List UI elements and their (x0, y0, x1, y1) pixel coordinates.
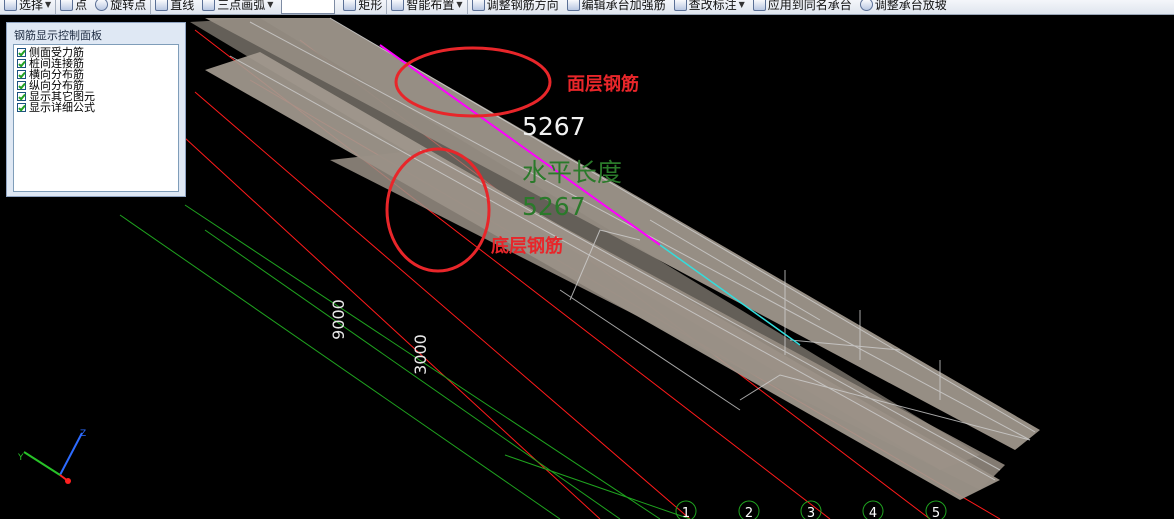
chevron-down-icon: ▼ (267, 0, 274, 9)
dimension-value-bottom: 5267 (522, 192, 586, 221)
checkbox-checked-icon[interactable] (17, 92, 26, 101)
dimension-3000: 3000 (410, 334, 430, 375)
rectangle-tool-button[interactable]: 矩形 (339, 0, 386, 14)
slope-icon (859, 0, 873, 11)
line-icon (155, 0, 169, 11)
svg-text:Y: Y (17, 453, 24, 463)
axis-number-3: 3 (807, 506, 815, 519)
edit-cap-reinforcement-button[interactable]: 编辑承台加强筋 (563, 0, 670, 14)
rotate-point-icon (95, 0, 109, 11)
apply-icon (752, 0, 766, 11)
svg-text:Z: Z (80, 429, 86, 439)
checkbox-checked-icon[interactable] (17, 70, 26, 79)
axis-number-2: 2 (745, 506, 753, 519)
chevron-down-icon: ▼ (738, 0, 745, 9)
point-tool-button[interactable]: 点 (56, 0, 91, 14)
adjust-rebar-direction-button[interactable]: 调整钢筋方向 (468, 0, 563, 14)
checkbox-checked-icon[interactable] (17, 48, 26, 57)
horizontal-length-label: 水平长度 (522, 158, 623, 187)
select-tool-button[interactable]: 选择 ▼ (0, 0, 55, 14)
option-show-detailed-formula[interactable]: 显示详细公式 (17, 102, 175, 113)
chevron-down-icon: ▼ (456, 0, 463, 9)
chevron-down-icon: ▼ (45, 0, 52, 9)
point-icon (60, 0, 74, 11)
checkbox-checked-icon[interactable] (17, 59, 26, 68)
annotation-icon (673, 0, 687, 11)
bottom-rebar-annotation: 底层钢筋 (491, 236, 563, 257)
panel-title: 钢筋显示控制面板 (14, 29, 102, 42)
line-tool-button[interactable]: 直线 (151, 0, 198, 14)
adjust-cap-slope-button[interactable]: 调整承台放坡 (856, 0, 951, 14)
query-edit-annotation-button[interactable]: 查改标注 ▼ (670, 0, 749, 14)
axis-number-4: 4 (869, 506, 877, 519)
smart-layout-icon (391, 0, 405, 11)
dimension-9000: 9000 (328, 299, 348, 340)
checkbox-checked-icon[interactable] (17, 81, 26, 90)
top-toolbar: 选择 ▼ 点 旋转点 直线 三点画弧 ▼ 矩形 智能布置 ▼ 调整钢筋方向 编辑承台加… (0, 0, 1174, 15)
top-rebar-annotation: 面层钢筋 (567, 74, 639, 95)
edit-rebar-icon (566, 0, 580, 11)
rebar-direction-icon (471, 0, 485, 11)
rectangle-icon (343, 0, 357, 11)
axis-number-1: 1 (682, 506, 690, 519)
panel-options-list: 侧面受力筋 桩间连接筋 横向分布筋 纵向分布筋 显示其它图元 显示详细公式 (13, 44, 179, 192)
rebar-display-control-panel: 钢筋显示控制面板 侧面受力筋 桩间连接筋 横向分布筋 纵向分布筋 显示其它图元 … (6, 22, 186, 197)
dimension-value-top: 5267 (522, 112, 586, 141)
axis-number-5: 5 (932, 506, 940, 519)
apply-to-same-name-cap-button[interactable]: 应用到同名承台 (749, 0, 856, 14)
three-point-arc-tool-button[interactable]: 三点画弧 ▼ (198, 0, 277, 14)
rotate-point-tool-button[interactable]: 旋转点 (91, 0, 150, 14)
arc-icon (202, 0, 216, 11)
smart-layout-button[interactable]: 智能布置 ▼ (387, 0, 466, 14)
cursor-icon (4, 0, 17, 11)
arc-option-combo[interactable] (281, 0, 336, 14)
checkbox-checked-icon[interactable] (17, 103, 26, 112)
